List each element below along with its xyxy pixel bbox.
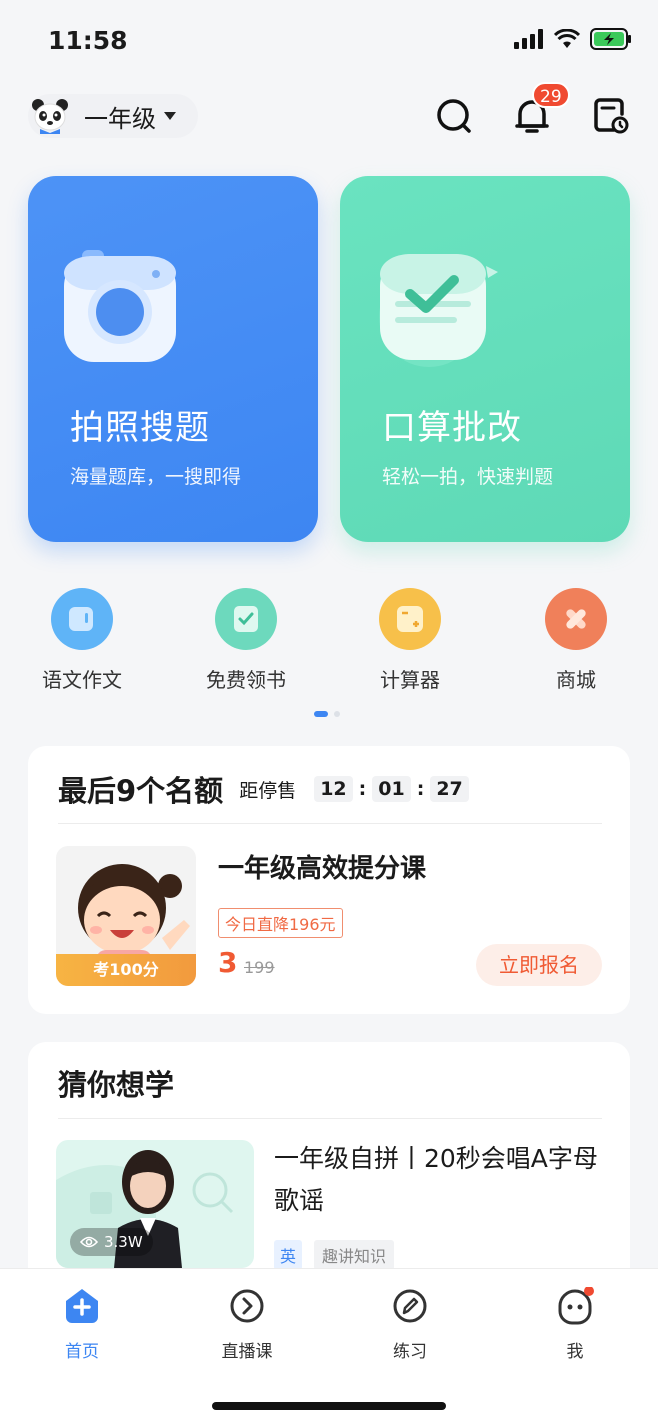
countdown-minutes: 01 xyxy=(372,776,411,802)
countdown-seconds: 27 xyxy=(430,776,469,802)
card-title: 口算批改 xyxy=(382,408,522,448)
calculator-icon xyxy=(379,588,441,650)
card-title: 拍照搜题 xyxy=(70,408,210,448)
card-subtitle: 轻松一拍，快速判题 xyxy=(382,466,554,488)
notification-badge: 29 xyxy=(532,82,570,108)
recommend-heading: 猜你想学 xyxy=(58,1068,175,1102)
signal-icon xyxy=(514,29,543,49)
book-check-icon xyxy=(215,588,277,650)
entry-mall[interactable]: 商城 xyxy=(516,588,636,693)
video-thumbnail[interactable]: 3.3W xyxy=(56,1140,254,1268)
divider xyxy=(58,823,602,824)
wifi-icon xyxy=(554,29,580,48)
search-icon[interactable] xyxy=(434,96,474,136)
entry-free-book[interactable]: 免费领书 xyxy=(186,588,306,693)
divider xyxy=(58,1118,602,1119)
original-price: 199 xyxy=(244,958,275,977)
entry-calculator[interactable]: 计算器 xyxy=(350,588,470,693)
video-title[interactable]: 一年级自拼丨20秒会唱A字母歌谣 xyxy=(274,1138,604,1222)
home-plus-icon xyxy=(66,1289,98,1323)
page-indicator xyxy=(314,711,340,717)
card-subtitle: 海量题库，一搜即得 xyxy=(70,466,242,488)
tab-live-class[interactable]: 直播课 xyxy=(197,1287,297,1362)
stop-sale-label: 距停售 xyxy=(239,779,297,802)
current-price: 3 xyxy=(218,946,238,979)
play-circle-icon xyxy=(230,1289,264,1323)
battery-charging-icon xyxy=(590,28,631,50)
entry-label: 计算器 xyxy=(380,668,440,692)
entry-label: 免费领书 xyxy=(206,668,286,692)
countdown-hours: 12 xyxy=(314,776,353,802)
tab-me[interactable]: 我 xyxy=(525,1286,625,1362)
view-count-text: 3.3W xyxy=(104,1233,143,1251)
camera-icon xyxy=(64,250,176,362)
flash-sale-panel: 最后9个名额 距停售 12 : 01 : 27 考100分 一年级高效提分课 今… xyxy=(28,746,630,1014)
grade-label: 一年级 xyxy=(84,104,156,133)
tab-label: 首页 xyxy=(65,1342,99,1362)
subject-tag: 英 xyxy=(274,1240,303,1270)
course-thumbnail[interactable]: 考100分 xyxy=(56,846,196,986)
history-icon[interactable] xyxy=(590,96,630,136)
home-indicator[interactable] xyxy=(212,1402,446,1410)
countdown-separator: : xyxy=(358,778,367,800)
tab-practice[interactable]: 练习 xyxy=(360,1287,460,1362)
photo-search-card[interactable]: 拍照搜题 海量题库，一搜即得 xyxy=(28,176,318,542)
tab-label: 我 xyxy=(566,1342,584,1362)
view-count: 3.3W xyxy=(70,1228,153,1256)
status-icons xyxy=(514,28,632,50)
oral-math-check-card[interactable]: 口算批改 轻松一拍，快速判题 xyxy=(340,176,630,542)
discount-tag: 今日直降196元 xyxy=(218,908,343,938)
entry-label: 语文作文 xyxy=(42,668,122,692)
entry-label: 商城 xyxy=(556,668,596,692)
enroll-button[interactable]: 立即报名 xyxy=(476,944,602,986)
eye-icon xyxy=(80,1236,98,1248)
sale-header: 最后9个名额 距停售 12 : 01 : 27 xyxy=(58,768,469,810)
mall-icon xyxy=(545,588,607,650)
topic-tag: 趣讲知识 xyxy=(314,1240,395,1270)
page-dot-active xyxy=(314,711,328,717)
profile-face-icon xyxy=(558,1286,594,1325)
sale-headline: 最后9个名额 xyxy=(58,774,224,808)
tab-label: 练习 xyxy=(393,1342,427,1362)
tab-label: 直播课 xyxy=(221,1342,273,1362)
pencil-circle-icon xyxy=(393,1289,427,1323)
grade-selector[interactable]: 一年级 xyxy=(28,94,198,138)
panda-avatar-icon xyxy=(32,99,68,134)
entry-chinese-essay[interactable]: 语文作文 xyxy=(22,588,142,693)
chevron-down-icon xyxy=(164,112,176,120)
score-ribbon: 考100分 xyxy=(56,954,196,986)
course-title[interactable]: 一年级高效提分课 xyxy=(218,848,426,885)
tab-home[interactable]: 首页 xyxy=(32,1287,132,1362)
checklist-icon xyxy=(379,254,498,367)
countdown-separator: : xyxy=(416,778,425,800)
document-icon xyxy=(51,588,113,650)
status-time: 11:58 xyxy=(48,26,128,55)
page-dot xyxy=(334,711,340,717)
